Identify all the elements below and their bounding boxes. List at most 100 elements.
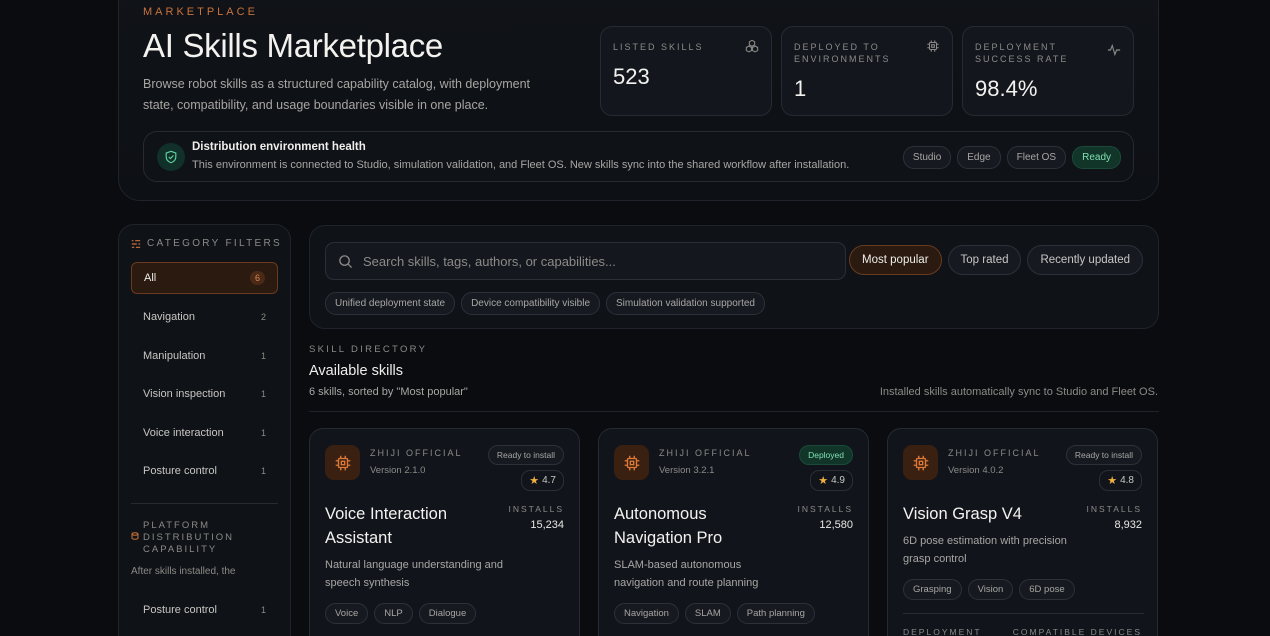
skill-tag: Grasping <box>903 579 962 600</box>
star-icon: ★ <box>1107 475 1118 487</box>
env-pill-edge: Edge <box>957 146 1001 169</box>
skill-card-voice-interaction[interactable]: ZHIJI OFFICIAL Version 2.1.0 Ready to in… <box>309 428 580 636</box>
category-label: Voice interaction <box>143 427 224 439</box>
feature-tag[interactable]: Unified deployment state <box>325 292 456 315</box>
stat-success-rate: DEPLOYMENT SUCCESS RATE 98.4% <box>962 26 1134 116</box>
skill-card-vision-grasp[interactable]: ZHIJI OFFICIAL Version 4.0.2 Ready to in… <box>887 428 1158 636</box>
page-subtitle: Browse robot skills as a structured capa… <box>143 77 530 112</box>
search-panel: Most popular Top rated Recently updated … <box>309 225 1159 329</box>
skill-card-autonomous-navigation[interactable]: ZHIJI OFFICIAL Version 3.2.1 Deployed ★ 4… <box>598 428 869 636</box>
skill-version: Version 2.1.0 <box>370 465 426 476</box>
category-count: 1 <box>260 605 266 615</box>
chip-icon <box>903 445 938 480</box>
stat-deployed: DEPLOYED TO ENVIRONMENTS 1 <box>781 26 953 116</box>
skill-tag: Vision <box>967 579 1014 600</box>
skill-tag: Path planning <box>736 603 815 624</box>
category-count: 1 <box>260 428 266 438</box>
category-label: Posture control <box>143 604 217 616</box>
skill-tag: Dialogue <box>418 603 477 624</box>
stat-label: DEPLOYMENT SUCCESS RATE <box>975 42 1069 64</box>
chip-icon <box>927 40 939 52</box>
skill-description: Natural language understanding and speec… <box>325 559 503 589</box>
shield-check-icon <box>157 143 185 171</box>
category-count: 1 <box>260 351 266 361</box>
category-label: Posture control <box>143 465 217 477</box>
health-title: Distribution environment health <box>192 141 366 153</box>
skill-tag: Voice <box>325 603 369 624</box>
skill-description: SLAM-based autonomous navigation and rou… <box>614 559 759 589</box>
category-manipulation[interactable]: Manipulation 1 <box>131 340 278 372</box>
category-label: All <box>144 272 157 284</box>
card-divider <box>903 613 1144 614</box>
stat-value: 523 <box>613 64 650 89</box>
installs-label: INSTALLS <box>797 504 853 514</box>
stat-label: LISTED SKILLS <box>613 42 704 52</box>
chip-icon <box>614 445 649 480</box>
sort-recently-updated-button[interactable]: Recently updated <box>1027 245 1143 275</box>
installs-value: 12,580 <box>819 519 853 531</box>
sort-most-popular-button[interactable]: Most popular <box>849 245 942 275</box>
skill-vendor: ZHIJI OFFICIAL <box>948 448 1041 458</box>
deployment-label: DEPLOYMENT <box>903 627 982 636</box>
skill-version: Version 3.2.1 <box>659 465 715 476</box>
skill-tag: 6D pose <box>1019 579 1075 600</box>
stat-value: 1 <box>794 76 807 101</box>
skill-version: Version 4.0.2 <box>948 465 1004 476</box>
skill-rating: ★ 4.7 <box>521 470 564 491</box>
category-vision-inspection[interactable]: Vision inspection 1 <box>131 378 278 410</box>
skill-status-badge: Ready to install <box>1065 445 1142 465</box>
env-status-ready: Ready <box>1072 146 1121 169</box>
environment-health-banner: Distribution environment health This env… <box>143 131 1134 182</box>
search-input[interactable] <box>363 253 803 269</box>
category-filters-label: CATEGORY FILTERS <box>147 238 282 249</box>
skill-tag: NLP <box>374 603 413 624</box>
skill-status-badge: Deployed <box>799 445 853 465</box>
search-box[interactable] <box>325 242 846 280</box>
category-label: Vision inspection <box>143 388 226 400</box>
category-posture-control[interactable]: Posture control 1 <box>131 455 278 487</box>
skill-rating: ★ 4.9 <box>810 470 853 491</box>
env-pill-fleet-os: Fleet OS <box>1006 146 1067 169</box>
category-label: Navigation <box>143 311 195 323</box>
sort-top-rated-button[interactable]: Top rated <box>947 245 1022 275</box>
stat-value: 98.4% <box>975 76 1038 101</box>
rating-value: 4.9 <box>831 475 845 486</box>
skill-name: Autonomous Navigation Pro <box>614 505 723 547</box>
category-count: 6 <box>249 271 265 285</box>
filter-icon <box>131 239 141 248</box>
page-title: AI Skills Marketplace <box>143 27 443 64</box>
feature-tag[interactable]: Device compatibility visible <box>461 292 601 315</box>
platform-heading: PLATFORM DISTRIBUTION CAPABILITY <box>143 520 235 555</box>
skill-vendor: ZHIJI OFFICIAL <box>370 448 463 458</box>
installs-value: 15,234 <box>530 519 564 531</box>
directory-divider <box>309 411 1159 412</box>
category-sidebar: CATEGORY FILTERS All 6 Navigation 2 Mani… <box>118 224 291 636</box>
feature-tag[interactable]: Simulation validation supported <box>606 292 765 315</box>
chip-icon <box>325 445 360 480</box>
category-all[interactable]: All 6 <box>131 262 278 294</box>
directory-title: Available skills <box>309 363 404 379</box>
category-count: 2 <box>260 312 266 322</box>
skill-name: Vision Grasp V4 <box>903 505 1022 523</box>
category-count: 1 <box>260 466 266 476</box>
category-count: 1 <box>260 389 266 399</box>
page-eyebrow: MARKETPLACE <box>143 6 258 18</box>
installs-value: 8,932 <box>1114 519 1142 531</box>
stat-label: DEPLOYED TO ENVIRONMENTS <box>794 42 891 64</box>
search-icon <box>339 254 353 268</box>
skill-vendor: ZHIJI OFFICIAL <box>659 448 752 458</box>
category-label: Manipulation <box>143 350 206 362</box>
rating-value: 4.8 <box>1120 475 1134 486</box>
star-icon: ★ <box>818 475 829 487</box>
category-navigation[interactable]: Navigation 2 <box>131 301 278 333</box>
pulse-icon <box>1107 43 1121 57</box>
platform-text: After skills installed, the <box>131 566 236 577</box>
category-posture-control-secondary[interactable]: Posture control 1 <box>131 594 278 626</box>
env-pill-studio: Studio <box>902 146 952 169</box>
category-filters-heading: CATEGORY FILTERS <box>131 238 282 249</box>
skill-description: 6D pose estimation with precision grasp … <box>903 535 1067 565</box>
skill-tag: SLAM <box>684 603 731 624</box>
category-voice-interaction[interactable]: Voice interaction 1 <box>131 417 278 449</box>
directory-eyebrow: SKILL DIRECTORY <box>309 344 428 355</box>
rating-value: 4.7 <box>542 475 556 486</box>
